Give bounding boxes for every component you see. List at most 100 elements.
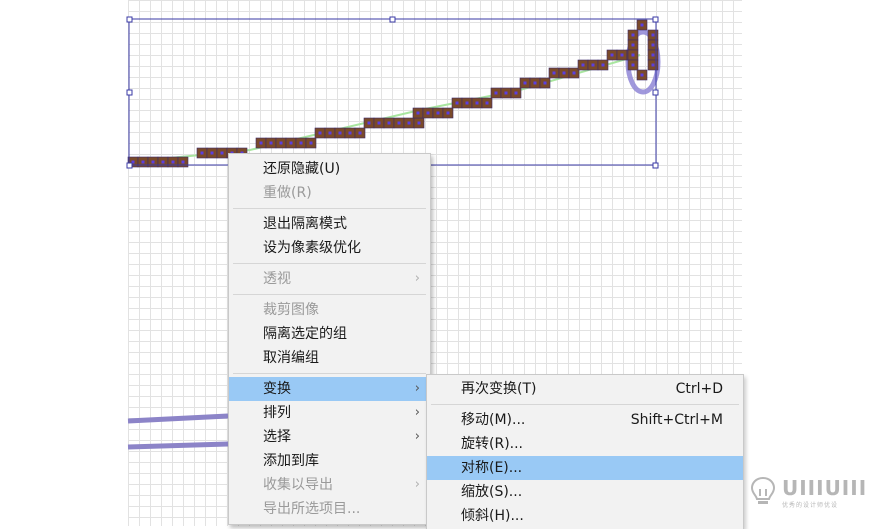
anchor-point <box>200 151 204 155</box>
anchor-point <box>446 111 450 115</box>
submenu-arrow-icon: › <box>414 429 420 444</box>
lower-stroke-1 <box>127 413 229 424</box>
handle-top-right <box>652 16 659 23</box>
submenu-item-transform-again[interactable]: 再次变换(T) Ctrl+D <box>427 377 743 401</box>
menu-item-label: 选择 <box>263 429 291 445</box>
submenu-item-move[interactable]: 移动(M)... Shift+Ctrl+M <box>427 408 743 432</box>
anchor-point <box>269 141 273 145</box>
anchor-point <box>651 33 655 37</box>
menu-item-label: 变换 <box>263 381 291 397</box>
anchor-point <box>377 121 381 125</box>
menu-item-label: 重做(R) <box>263 185 312 201</box>
anchor-point <box>279 141 283 145</box>
anchor-point <box>494 91 498 95</box>
anchor-point <box>651 63 655 67</box>
anchor-point <box>485 101 489 105</box>
anchor-point <box>552 71 556 75</box>
menu-item-label: 对称(E)... <box>461 460 523 476</box>
selection-handles[interactable] <box>126 16 659 169</box>
handle-bottom-right <box>652 162 659 169</box>
anchor-point <box>514 91 518 95</box>
submenu-item-rotate[interactable]: 旋转(R)... <box>427 432 743 456</box>
anchor-point <box>338 131 342 135</box>
menu-item-label: 移动(M)... <box>461 412 526 428</box>
menu-item-label: 隔离选定的组 <box>263 326 347 342</box>
anchor-point <box>161 160 165 164</box>
menu-item-transform[interactable]: 变换 › <box>229 377 430 401</box>
anchor-point <box>151 160 155 164</box>
menu-item-undo-hide[interactable]: 还原隐藏(U) <box>229 157 430 181</box>
anchor-point <box>407 121 411 125</box>
submenu-item-reflect[interactable]: 对称(E)... <box>427 456 743 480</box>
anchor-point <box>533 81 537 85</box>
menu-item-label: 倾斜(H)... <box>461 508 524 524</box>
watermark-subtext: 优秀的设计师优设 <box>782 502 839 509</box>
anchor-point <box>465 101 469 105</box>
menu-item-label: 还原隐藏(U) <box>263 161 341 177</box>
shortcut-label: Shift+Ctrl+M <box>630 412 723 428</box>
menu-separator <box>233 294 426 295</box>
anchor-point <box>299 141 303 145</box>
anchor-point <box>348 131 352 135</box>
submenu-arrow-icon: › <box>414 381 420 396</box>
menu-item-exit-isolation[interactable]: 退出隔离模式 <box>229 212 430 236</box>
pixel-staircase[interactable] <box>127 19 659 168</box>
menu-item-label: 取消编组 <box>263 350 319 366</box>
menu-item-perspective: 透视 › <box>229 267 430 291</box>
menu-item-add-to-library[interactable]: 添加到库 <box>229 449 430 473</box>
anchor-point <box>387 121 391 125</box>
anchor-point <box>210 151 214 155</box>
anchor-point <box>289 141 293 145</box>
submenu-arrow-icon: › <box>414 405 420 420</box>
anchor-point <box>601 63 605 67</box>
watermark: UIIIUIII 优秀的设计师优设 <box>750 476 866 512</box>
anchor-point <box>436 111 440 115</box>
handle-top-middle <box>389 16 396 23</box>
anchor-point <box>591 63 595 67</box>
anchor-point <box>475 101 479 105</box>
anchor-point <box>141 160 145 164</box>
lightbulb-icon <box>750 476 776 504</box>
anchor-point <box>171 160 175 164</box>
submenu-item-scale[interactable]: 缩放(S)... <box>427 480 743 504</box>
anchor-point <box>426 111 430 115</box>
anchor-point <box>417 121 421 125</box>
menu-separator <box>233 373 426 374</box>
menu-separator <box>233 208 426 209</box>
anchor-point <box>620 53 624 57</box>
anchor-point <box>367 121 371 125</box>
menu-item-label: 透视 <box>263 271 291 287</box>
menu-item-select[interactable]: 选择 › <box>229 425 430 449</box>
menu-item-redo: 重做(R) <box>229 181 430 205</box>
anchor-point <box>651 53 655 57</box>
anchor-point <box>631 33 635 37</box>
menu-item-label: 旋转(R)... <box>461 436 524 452</box>
anchor-point <box>328 131 332 135</box>
handle-top-left <box>126 16 133 23</box>
context-menu: 还原隐藏(U) 重做(R) 退出隔离模式 设为像素级优化 透视 › 裁剪图像 隔离… <box>228 153 431 525</box>
menu-item-label: 再次变换(T) <box>461 381 537 397</box>
handle-middle-left <box>126 89 133 96</box>
menu-item-ungroup[interactable]: 取消编组 <box>229 346 430 370</box>
anchor-point <box>416 111 420 115</box>
menu-item-arrange[interactable]: 排列 › <box>229 401 430 425</box>
anchor-point <box>581 63 585 67</box>
menu-item-pixel-optimize[interactable]: 设为像素级优化 <box>229 236 430 260</box>
anchor-point <box>640 23 644 27</box>
anchor-point <box>523 81 527 85</box>
anchor-point <box>455 101 459 105</box>
menu-separator <box>233 263 426 264</box>
submenu-item-shear[interactable]: 倾斜(H)... <box>427 504 743 528</box>
transform-submenu: 再次变换(T) Ctrl+D 移动(M)... Shift+Ctrl+M 旋转(R)… <box>426 374 744 529</box>
menu-item-isolate-group[interactable]: 隔离选定的组 <box>229 322 430 346</box>
anchor-point <box>631 53 635 57</box>
anchor-point <box>631 43 635 47</box>
menu-item-label: 裁剪图像 <box>263 302 319 318</box>
anchor-point <box>220 151 224 155</box>
menu-item-label: 排列 <box>263 405 291 421</box>
menu-item-export-selection: 导出所选项目... <box>229 497 430 521</box>
anchor-point <box>640 73 644 77</box>
anchor-point <box>397 121 401 125</box>
menu-item-label: 缩放(S)... <box>461 484 523 500</box>
menu-item-label: 添加到库 <box>263 453 319 469</box>
